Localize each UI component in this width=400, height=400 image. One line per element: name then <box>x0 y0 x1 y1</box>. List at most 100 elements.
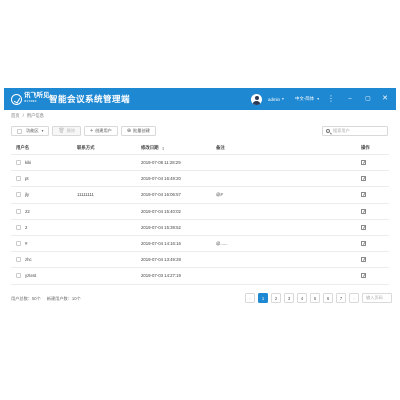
chevron-down-icon[interactable]: ▾ <box>317 97 319 101</box>
date-value: 2019-07-04 16:06:57 <box>141 192 181 198</box>
edit-icon[interactable] <box>361 257 366 263</box>
chevron-down-icon[interactable]: ▾ <box>282 97 284 101</box>
user-cell: 2 <box>16 220 27 235</box>
row-checkbox[interactable] <box>16 224 21 230</box>
edit-button[interactable] <box>361 155 366 170</box>
select-all-checkbox[interactable] <box>17 128 22 134</box>
breadcrumb-current: 用户信息 <box>26 113 44 118</box>
language-selector[interactable]: 中文-简体 ▾ <box>295 96 319 102</box>
edit-icon[interactable] <box>361 241 366 247</box>
edit-button[interactable] <box>361 171 366 186</box>
date-value: 2019-07-04 14:16:16 <box>141 241 181 247</box>
username-value: 2 <box>25 224 28 230</box>
row-checkbox[interactable] <box>16 241 21 247</box>
maximize-icon[interactable]: ▢ <box>363 93 373 105</box>
table-row[interactable]: yztest 2019-07-03 14:27:19 <box>11 268 389 285</box>
logo: 讯飞听见 IFLYREC <box>11 92 50 105</box>
sort-icon[interactable]: ⇕ <box>162 146 165 151</box>
search-placeholder[interactable]: 搜索用户 <box>333 128 350 134</box>
language-label[interactable]: 中文-简体 <box>295 96 314 101</box>
user-cell: 22 <box>16 204 30 219</box>
search-input[interactable]: 搜索用户 <box>322 126 388 136</box>
filter-dropdown[interactable]: 功能区 ▾ <box>11 126 50 136</box>
table-row[interactable]: 22 2019-07-04 15:40:02 <box>11 204 389 220</box>
user-cell: pt <box>16 171 29 186</box>
create-user-label[interactable]: 创建用户 <box>95 128 112 134</box>
table-row[interactable]: #2019-07-04 14:16:16 @...... <box>11 236 389 253</box>
page-jump-input[interactable]: 输入页码 <box>362 293 392 303</box>
page-button[interactable]: 3 <box>284 293 294 303</box>
pagination: ‹ 1 2 3 4 5 6 7 › 输入页码 <box>245 293 392 303</box>
username-value: yztest <box>25 273 37 279</box>
chevron-down-icon[interactable]: ▾ <box>42 129 44 133</box>
user-menu[interactable]: admin ▾ <box>251 92 284 106</box>
row-checkbox[interactable] <box>16 208 21 214</box>
edit-icon[interactable] <box>361 273 366 279</box>
username[interactable]: admin <box>268 97 280 102</box>
edit-button[interactable] <box>361 204 366 219</box>
date-value: 2019-07-04 15:39:52 <box>141 224 181 230</box>
plus-icon: + <box>90 128 94 134</box>
page-button[interactable]: 7 <box>336 293 346 303</box>
more-icon[interactable]: ⋮ <box>326 93 336 105</box>
edit-button[interactable] <box>361 268 366 283</box>
contact-value: 11111111 <box>77 192 94 198</box>
row-checkbox[interactable] <box>16 160 21 166</box>
minimize-icon[interactable]: – <box>345 93 355 105</box>
edit-button[interactable] <box>361 252 366 267</box>
next-page-button[interactable]: › <box>349 293 359 303</box>
delete-label[interactable]: 删除 <box>67 128 75 134</box>
username-value: zhc <box>25 257 32 263</box>
row-checkbox[interactable] <box>16 273 21 279</box>
table-body: kiki 2019-07-08 11:28:29 pt 2019-07-04 16:4… <box>11 155 389 285</box>
page-button[interactable]: 2 <box>271 293 281 303</box>
column-header-contact: 联系方式 <box>77 145 95 150</box>
edit-button[interactable] <box>361 236 366 251</box>
user-cell: # <box>16 236 27 251</box>
filter-label[interactable]: 功能区 <box>26 128 39 134</box>
date-value: 2019-07-04 15:40:02 <box>141 208 181 214</box>
page-button[interactable]: 6 <box>323 293 333 303</box>
table-row[interactable]: zhc 2019-07-04 13:49:28 <box>11 252 389 269</box>
date-value: 2019-07-03 14:27:19 <box>141 273 181 279</box>
row-checkbox[interactable] <box>16 192 21 198</box>
edit-icon[interactable] <box>361 208 366 214</box>
column-header-date[interactable]: 修改日期 ⇕ <box>141 142 165 154</box>
column-header-op: 操作 <box>361 145 370 150</box>
edit-icon[interactable] <box>361 192 366 198</box>
logo-text: 讯飞听见 <box>24 92 50 99</box>
row-checkbox[interactable] <box>16 257 21 263</box>
page-button[interactable]: 4 <box>297 293 307 303</box>
delete-button[interactable]: 🗑 删除 <box>52 126 82 136</box>
user-cell: zhc <box>16 252 32 267</box>
search-icon <box>326 129 330 133</box>
app-title: 智能会议系统管理端 <box>49 94 130 104</box>
close-icon[interactable]: ✕ <box>380 93 390 105</box>
table-row[interactable]: pt 2019-07-04 16:49:20 <box>11 171 389 188</box>
logo-subtext: IFLYREC <box>24 100 37 103</box>
total-users: 用户总数：50个 <box>11 296 41 301</box>
edit-icon[interactable] <box>361 160 366 166</box>
column-header-user: 用户名 <box>16 145 30 150</box>
create-user-button[interactable]: + 创建用户 <box>84 126 118 136</box>
prev-page-button[interactable]: ‹ <box>245 293 255 303</box>
avatar[interactable] <box>251 93 262 105</box>
table-row[interactable]: kiki 2019-07-08 11:28:29 <box>11 155 389 172</box>
batch-icon: ⊕ <box>126 128 132 134</box>
edit-icon[interactable] <box>361 176 366 182</box>
table-row[interactable]: 2 2019-07-04 15:39:52 <box>11 220 389 236</box>
batch-create-label[interactable]: 批量创建 <box>133 128 150 134</box>
table-row[interactable]: jly 11111111 2019-07-04 16:06:57 @# <box>11 187 389 204</box>
edit-icon[interactable] <box>361 224 366 230</box>
page-button[interactable]: 5 <box>310 293 320 303</box>
page-button[interactable]: 1 <box>258 293 268 303</box>
user-cell: jly <box>16 187 29 202</box>
page-jump-placeholder[interactable]: 输入页码 <box>366 295 383 301</box>
edit-button[interactable] <box>361 187 366 202</box>
user-table: 用户名 联系方式 修改日期 ⇕ 备注 操作 kiki 2019-07-08 11:… <box>11 142 389 285</box>
breadcrumb-home[interactable]: 首页 <box>11 113 20 118</box>
edit-button[interactable] <box>361 220 366 235</box>
column-header-date-label[interactable]: 修改日期 <box>141 145 159 151</box>
batch-create-button[interactable]: ⊕ 批量创建 <box>120 126 156 136</box>
row-checkbox[interactable] <box>16 176 21 182</box>
